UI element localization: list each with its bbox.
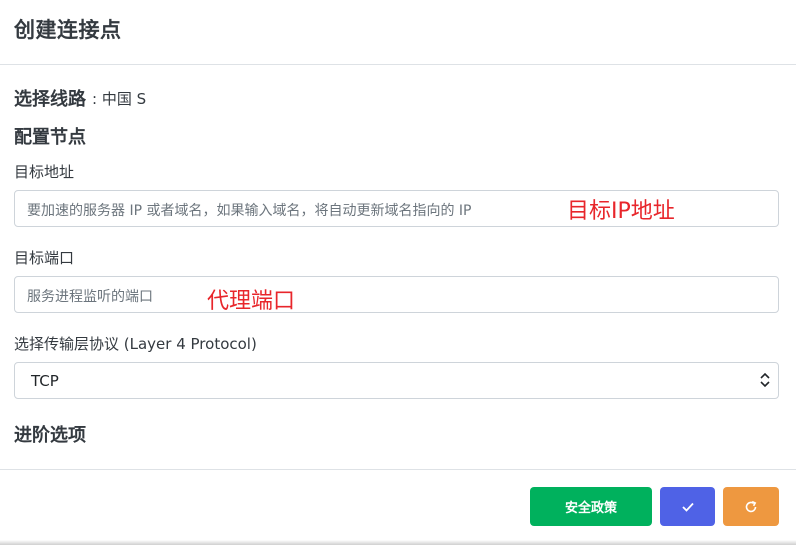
reset-button[interactable]	[723, 487, 779, 526]
target-port-input[interactable]: 服务进程监听的端口	[14, 276, 779, 313]
configure-node-heading: 配置节点	[14, 127, 86, 148]
route-value: : 中国 S	[92, 89, 147, 108]
security-policy-label: 安全政策	[564, 501, 617, 516]
advanced-options-heading: 进阶选项	[14, 425, 86, 446]
target-address-label: 目标地址	[14, 163, 75, 181]
target-port-placeholder: 服务进程监听的端口	[27, 289, 153, 305]
route-selection: 选择线路 : 中国 S	[14, 86, 146, 110]
target-address-annotation: 目标IP地址	[567, 199, 675, 224]
protocol-label: 选择传输层协议 (Layer 4 Protocol)	[14, 335, 257, 353]
target-port-label: 目标端口	[14, 249, 75, 267]
refresh-icon	[745, 500, 757, 512]
check-icon	[681, 502, 694, 512]
protocol-selected-value: TCP	[31, 372, 59, 390]
chevron-up-down-icon	[760, 372, 770, 388]
protocol-select[interactable]: TCP	[14, 362, 779, 399]
modal-header: 创建连接点	[0, 0, 796, 65]
bottom-edge-shadow	[0, 540, 796, 545]
target-port-annotation: 代理端口	[207, 289, 296, 314]
confirm-button[interactable]	[660, 487, 715, 526]
target-address-placeholder: 要加速的服务器 IP 或者域名，如果输入域名，将自动更新域名指向的 IP	[27, 203, 472, 219]
modal-title: 创建连接点	[14, 18, 122, 42]
security-policy-button[interactable]: 安全政策	[530, 487, 652, 526]
route-label: 选择线路	[14, 89, 86, 110]
